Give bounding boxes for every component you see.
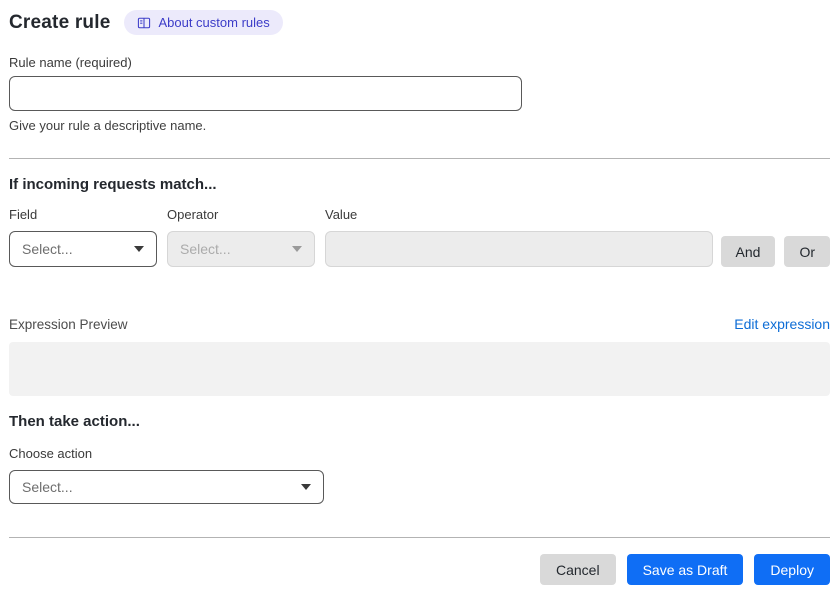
- footer-actions: Cancel Save as Draft Deploy: [9, 554, 830, 585]
- expression-preview-box: [9, 342, 830, 396]
- choose-action-label: Choose action: [9, 446, 93, 461]
- book-icon: [137, 16, 151, 30]
- value-input: [325, 231, 713, 267]
- match-section-heading: If incoming requests match...: [9, 176, 217, 193]
- field-select[interactable]: Select...: [9, 231, 157, 267]
- operator-column: Operator Select...: [167, 207, 315, 267]
- page-title: Create rule: [9, 11, 111, 33]
- deploy-button[interactable]: Deploy: [754, 554, 830, 585]
- page-header: Create rule About custom rules: [9, 10, 830, 35]
- field-column: Field Select...: [9, 207, 157, 267]
- action-select[interactable]: Select...: [9, 470, 324, 504]
- match-condition-row: Field Select... Operator Select... Value…: [9, 207, 830, 267]
- action-select-value: Select...: [22, 479, 73, 495]
- create-rule-page: Create rule About custom rules Rule name…: [0, 0, 839, 597]
- expression-preview-header: Expression Preview Edit expression: [9, 316, 830, 332]
- value-column: Value: [325, 207, 713, 267]
- save-as-draft-button[interactable]: Save as Draft: [626, 554, 744, 585]
- expression-preview-label: Expression Preview: [9, 317, 128, 332]
- and-button[interactable]: And: [720, 236, 776, 267]
- conjunction-buttons: And Or: [720, 224, 830, 267]
- about-custom-rules-badge[interactable]: About custom rules: [124, 10, 283, 35]
- cancel-button[interactable]: Cancel: [539, 554, 616, 585]
- about-custom-rules-label: About custom rules: [158, 15, 270, 30]
- rule-name-input[interactable]: [9, 76, 522, 111]
- action-section-heading: Then take action...: [9, 413, 140, 430]
- edit-expression-link[interactable]: Edit expression: [734, 316, 830, 332]
- chevron-down-icon: [292, 246, 302, 252]
- section-divider-bottom: [9, 537, 830, 538]
- field-select-value: Select...: [22, 241, 73, 257]
- section-divider-top: [9, 158, 830, 159]
- or-button[interactable]: Or: [784, 236, 830, 267]
- chevron-down-icon: [134, 246, 144, 252]
- rule-name-label: Rule name (required): [9, 55, 132, 70]
- rule-name-helper: Give your rule a descriptive name.: [9, 118, 207, 133]
- field-label: Field: [9, 207, 38, 222]
- operator-select: Select...: [167, 231, 315, 267]
- chevron-down-icon: [301, 484, 311, 490]
- operator-select-value: Select...: [180, 241, 231, 257]
- operator-label: Operator: [167, 207, 219, 222]
- value-label: Value: [325, 207, 358, 222]
